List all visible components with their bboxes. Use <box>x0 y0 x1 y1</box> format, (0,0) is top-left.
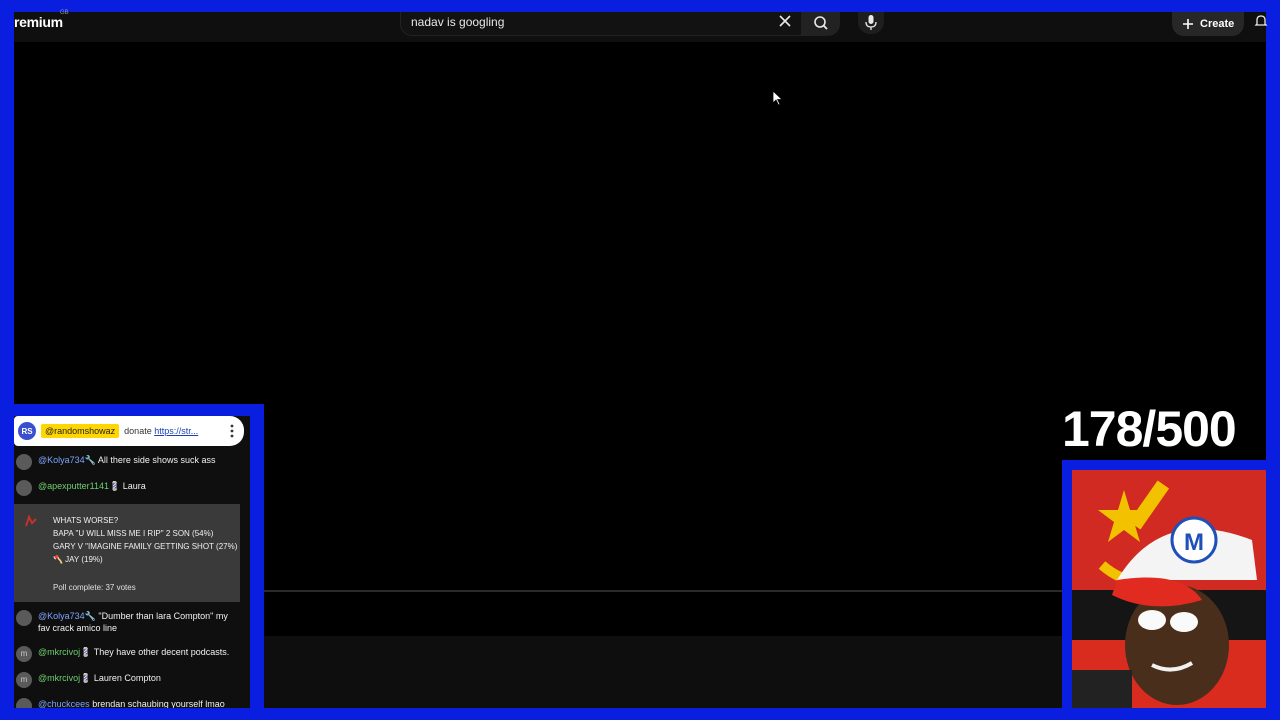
poll-footer: Poll complete: 37 votes <box>53 583 136 592</box>
chat-username[interactable]: @Kolya734 <box>38 611 85 621</box>
badge-icon: 💈 <box>80 647 92 657</box>
search-button[interactable] <box>802 12 840 36</box>
avatar: RS <box>18 422 36 440</box>
webcam-image: M <box>1072 470 1266 708</box>
logo-text[interactable]: remium <box>14 14 63 30</box>
badge-icon: 💈 <box>109 481 121 491</box>
progress-bar[interactable] <box>264 590 1062 592</box>
chat-username[interactable]: @apexputter1141 <box>38 481 109 491</box>
chat-text: Lauren Compton <box>93 673 161 683</box>
chat-message: m @mkrcivoj💈 Lauren Compton <box>14 672 250 688</box>
wrench-badge-icon: 🔧 <box>84 455 96 465</box>
logo-region: GB <box>60 10 69 16</box>
chat-username[interactable]: @chuckcees <box>38 699 90 708</box>
mouse-cursor-icon <box>772 90 784 106</box>
avatar <box>16 698 32 708</box>
wrench-badge-icon: 🔧 <box>84 611 96 621</box>
chat-message: @chuckcees brendan schaubing yourself lm… <box>14 698 250 708</box>
webcam-feed: M <box>1072 470 1266 708</box>
avatar <box>16 480 32 496</box>
voice-search-button[interactable] <box>858 12 884 34</box>
chat-username[interactable]: @mkrcivoj <box>38 647 80 657</box>
chat-message: @Kolya734🔧 All there side shows suck ass <box>14 454 250 470</box>
more-options-icon[interactable] <box>230 424 234 438</box>
poll-title: WHATS WORSE? <box>53 516 119 525</box>
microphone-icon <box>865 15 877 30</box>
goal-counter: 178/500 <box>1062 401 1237 457</box>
chat-text: They have other decent podcasts. <box>93 647 230 657</box>
create-label: Create <box>1200 18 1235 30</box>
svg-text:M: M <box>1184 529 1204 556</box>
poll-option: 🪓 JAY (19%) <box>53 555 103 564</box>
chat-message: @apexputter1141💈 Laura <box>14 480 250 496</box>
search-value[interactable]: nadav is googling <box>411 15 504 29</box>
close-icon[interactable] <box>777 13 793 29</box>
player-controls-area <box>264 636 1062 708</box>
poll-card: WHATS WORSE? BAPA "U WILL MISS ME I RIP"… <box>14 504 240 602</box>
badge-icon: 💈 <box>80 673 92 683</box>
pinned-message[interactable]: RS @randomshowaz donate https://str... <box>14 416 244 446</box>
pinned-text: donate https://str... <box>124 426 198 436</box>
plus-icon <box>1183 19 1193 29</box>
avatar <box>16 454 32 470</box>
create-button[interactable]: Create <box>1172 12 1244 36</box>
avatar: m <box>16 672 32 688</box>
pinned-username[interactable]: @randomshowaz <box>41 424 120 438</box>
chat-text: brendan schaubing yourself lmao <box>92 699 225 708</box>
donate-link[interactable]: https://str... <box>154 426 198 436</box>
chat-message: @Kolya734🔧 "Dumber than lara Compton" my… <box>14 610 250 634</box>
pinned-message-text: donate <box>124 426 155 436</box>
avatar: m <box>16 646 32 662</box>
poll-option: GARY V "IMAGINE FAMILY GETTING SHOT (27%… <box>53 542 238 551</box>
poll-option: BAPA "U WILL MISS ME I RIP" 2 SON (54%) <box>53 529 214 538</box>
chat-text: Laura <box>122 481 146 491</box>
bell-icon[interactable] <box>1254 13 1268 29</box>
poll-icon <box>25 514 37 527</box>
search-icon <box>814 16 828 30</box>
chat-message: m @mkrcivoj💈 They have other decent podc… <box>14 646 250 662</box>
chat-text: All there side shows suck ass <box>97 455 216 465</box>
avatar <box>16 610 32 626</box>
chat-username[interactable]: @mkrcivoj <box>38 673 80 683</box>
chat-username[interactable]: @Kolya734 <box>38 455 85 465</box>
